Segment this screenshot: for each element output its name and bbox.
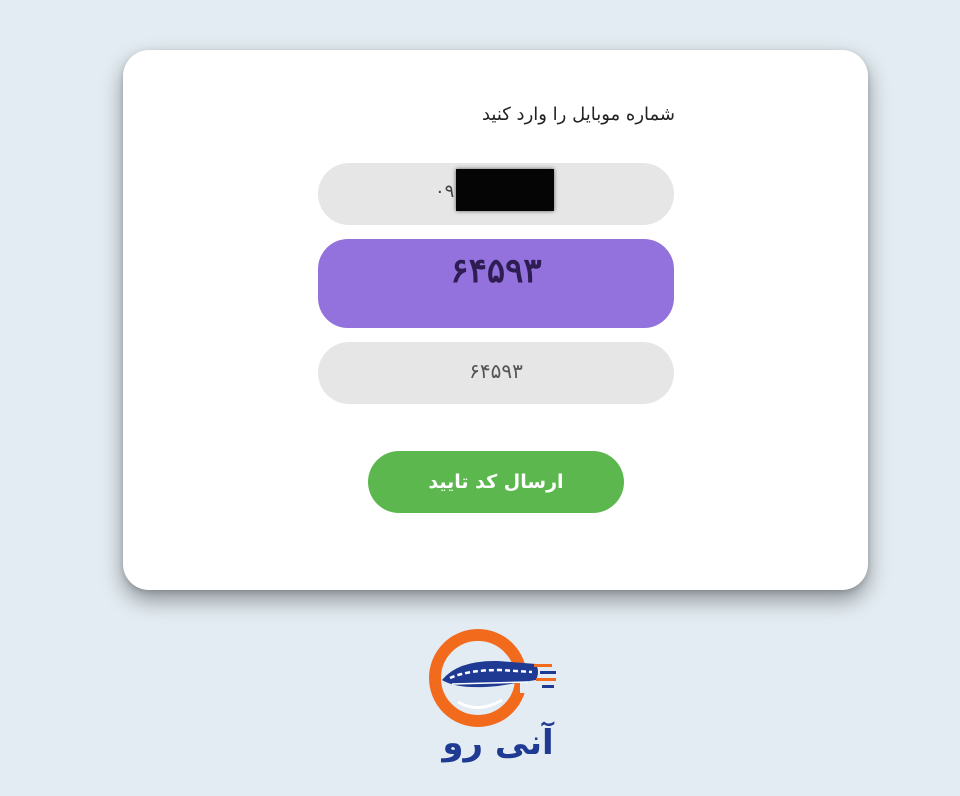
captcha-input[interactable]: ۶۴۵۹۳ xyxy=(318,342,674,404)
form-title: شماره موبایل را وارد کنید xyxy=(481,104,675,125)
mobile-number-value: ۰۹ xyxy=(435,181,455,202)
send-verification-code-button[interactable]: ارسال کد تایید xyxy=(368,451,624,513)
captcha-code: ۶۴۵۹۳ xyxy=(450,251,542,291)
brand-logo: آنی رو xyxy=(428,628,568,773)
captcha-image: ۶۴۵۹۳ xyxy=(318,239,674,328)
login-card: شماره موبایل را وارد کنید ۰۹ ۶۴۵۹۳ ۶۴۵۹۳… xyxy=(123,50,868,590)
mobile-number-input[interactable]: ۰۹ xyxy=(318,163,674,225)
redaction-block xyxy=(456,169,554,211)
captcha-input-value: ۶۴۵۹۳ xyxy=(469,359,523,383)
brand-name: آنی رو xyxy=(442,723,554,763)
